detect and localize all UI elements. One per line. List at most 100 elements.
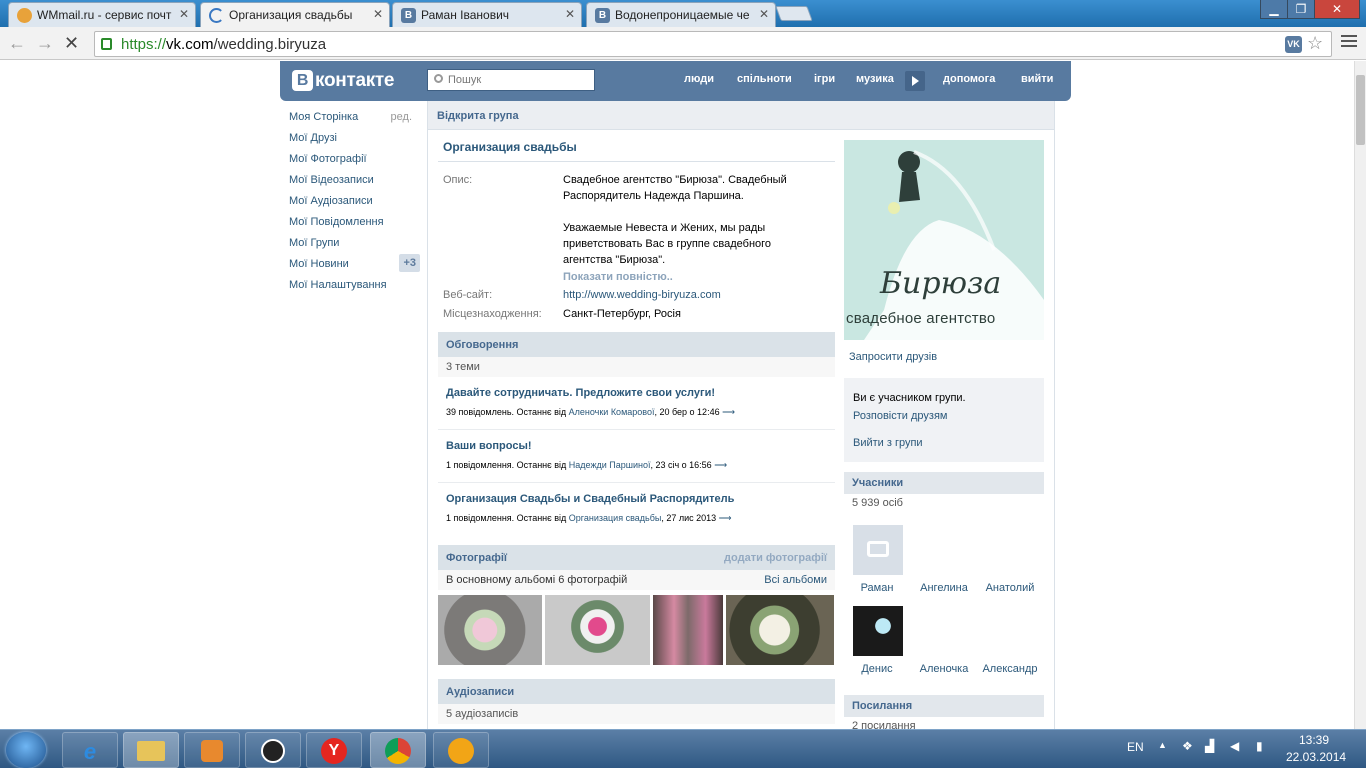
menu-my-messages[interactable]: Мої Повідомлення: [289, 215, 424, 236]
description-text: Свадебное агентство "Бирюза". Свадебный …: [563, 172, 813, 268]
close-icon[interactable]: ✕: [565, 7, 575, 21]
discussions-header[interactable]: Обговорення: [438, 332, 835, 357]
page-scrollbar[interactable]: [1354, 61, 1366, 729]
topic-row[interactable]: Ваши вопросы! 1 повідомлення. Останнє ві…: [438, 430, 835, 483]
tab-raman[interactable]: В Раман Іванович ✕: [392, 2, 582, 27]
chrome-icon[interactable]: [370, 732, 426, 768]
vk-icon: В: [401, 8, 416, 23]
nav-help[interactable]: допомога: [943, 73, 995, 85]
topic-row[interactable]: Организация Свадьбы и Свадебный Распоряд…: [438, 483, 835, 536]
members-header[interactable]: Учасники: [844, 472, 1044, 494]
topic-author[interactable]: Организация свадьбы: [569, 513, 662, 523]
topic-row[interactable]: Давайте сотрудничать. Предложите свои ус…: [438, 377, 835, 430]
photos-header[interactable]: Фотографії додати фотографії: [438, 545, 835, 570]
menu-my-settings[interactable]: Мої Налаштування: [289, 278, 424, 299]
topic-author[interactable]: Надежди Паршиної: [569, 460, 651, 470]
arrow-right-icon[interactable]: ⟶: [719, 513, 732, 523]
member-name[interactable]: Ангелина: [914, 582, 974, 594]
search-input[interactable]: Пошук: [427, 69, 595, 91]
menu-my-audio[interactable]: Мої Аудіозаписи: [289, 194, 424, 215]
tab-wedding[interactable]: Организация свадьбы ✕: [200, 2, 390, 27]
menu-my-page[interactable]: Моя Сторінка ред.: [289, 110, 424, 131]
play-icon[interactable]: [905, 71, 925, 91]
dropbox-icon[interactable]: ❖: [1182, 739, 1193, 753]
menu-label: Мої Фотографії: [289, 153, 367, 165]
url-bar[interactable]: https://vk.com/wedding.biryuza VK ☆: [94, 31, 1332, 57]
website-link[interactable]: http://www.wedding-biryuza.com: [563, 287, 813, 303]
photo-thumbnail[interactable]: [545, 595, 650, 665]
edit-link[interactable]: ред.: [391, 111, 412, 123]
stop-loading-icon[interactable]: ✕: [64, 33, 79, 53]
browser-tab-strip: WMmail.ru - сервис почт ✕ Организация св…: [0, 0, 1366, 27]
start-button[interactable]: [6, 732, 46, 768]
photo-thumbnail[interactable]: [726, 595, 834, 665]
arrow-right-icon[interactable]: ⟶: [714, 460, 727, 470]
app-shield-icon[interactable]: [245, 732, 301, 768]
bookmark-star-icon[interactable]: ☆: [1307, 33, 1323, 54]
invite-friends-link[interactable]: Запросити друзів: [849, 351, 937, 363]
topic-title[interactable]: Давайте сотрудничать. Предложите свои ус…: [446, 387, 715, 399]
audio-header[interactable]: Аудіозаписи: [438, 679, 835, 704]
volume-icon[interactable]: ◀: [1230, 739, 1239, 753]
member-avatar[interactable]: [853, 525, 903, 575]
nav-people[interactable]: люди: [684, 73, 714, 85]
scrollbar-thumb[interactable]: [1356, 75, 1365, 145]
forward-arrow-icon[interactable]: →: [36, 33, 54, 53]
nav-music[interactable]: музика: [856, 73, 894, 85]
vk-logo[interactable]: Вконтакте: [292, 70, 395, 92]
menu-label: Мої Аудіозаписи: [289, 195, 373, 207]
url-text[interactable]: https://vk.com/wedding.biryuza: [121, 36, 326, 53]
language-indicator[interactable]: EN: [1127, 740, 1144, 754]
nav-games[interactable]: ігри: [814, 73, 835, 85]
member-name[interactable]: Аленочка: [914, 663, 974, 675]
nav-logout[interactable]: вийти: [1021, 73, 1053, 85]
network-signal-icon[interactable]: ▟: [1205, 739, 1214, 753]
group-avatar[interactable]: Бирюза свадебное агентство: [844, 140, 1044, 340]
topic-title[interactable]: Ваши вопросы!: [446, 440, 532, 452]
tray-expand-icon[interactable]: ▲: [1158, 740, 1167, 750]
tab-wmmail[interactable]: WMmail.ru - сервис почт ✕: [8, 2, 196, 27]
menu-label: Мої Групи: [289, 237, 340, 249]
member-name[interactable]: Раман: [847, 582, 907, 594]
clock-date[interactable]: 22.03.2014: [1286, 750, 1346, 764]
show-more-link[interactable]: Показати повністю..: [563, 271, 673, 283]
links-header[interactable]: Посилання: [844, 695, 1044, 717]
tab-waterproof[interactable]: В Водонепроницаемые че ✕: [586, 2, 776, 27]
ie-icon[interactable]: e: [62, 732, 118, 768]
menu-my-friends[interactable]: Мої Друзі: [289, 131, 424, 152]
menu-my-photos[interactable]: Мої Фотографії: [289, 152, 424, 173]
topic-title[interactable]: Организация Свадьбы и Свадебный Распоряд…: [446, 493, 734, 505]
photo-thumbnail[interactable]: [653, 595, 723, 665]
vk-extension-icon[interactable]: VK: [1285, 36, 1302, 53]
member-name[interactable]: Анатолий: [980, 582, 1040, 594]
media-player-icon[interactable]: [184, 732, 240, 768]
close-window-button[interactable]: ✕: [1314, 0, 1360, 19]
add-photos-link[interactable]: додати фотографії: [724, 552, 827, 564]
back-arrow-icon[interactable]: ←: [8, 33, 26, 53]
browser-menu-icon[interactable]: [1341, 35, 1357, 51]
nav-communities[interactable]: спільноти: [737, 73, 792, 85]
arrow-right-icon[interactable]: ⟶: [722, 407, 735, 417]
leave-group-link[interactable]: Вийти з групи: [853, 437, 923, 449]
topic-author[interactable]: Аленочки Комарової: [569, 407, 655, 417]
menu-my-videos[interactable]: Мої Відеозаписи: [289, 173, 424, 194]
explorer-folder-icon[interactable]: [123, 732, 179, 768]
new-tab-button[interactable]: [775, 6, 813, 21]
photo-thumbnail[interactable]: [438, 595, 542, 665]
menu-my-news[interactable]: Мої Новини +3: [289, 254, 424, 278]
member-name[interactable]: Александр: [980, 663, 1040, 675]
aimp-icon[interactable]: [433, 732, 489, 768]
close-icon[interactable]: ✕: [179, 7, 189, 21]
tell-friends-link[interactable]: Розповісти друзям: [853, 410, 947, 422]
member-avatar[interactable]: [853, 606, 903, 656]
discussions-count: 3 теми: [438, 357, 835, 377]
minimize-button[interactable]: ▁: [1260, 0, 1288, 19]
yandex-browser-icon[interactable]: Y: [306, 732, 362, 768]
close-icon[interactable]: ✕: [759, 7, 769, 21]
member-name[interactable]: Денис: [847, 663, 907, 675]
maximize-button[interactable]: ❐: [1287, 0, 1315, 19]
battery-icon[interactable]: ▮: [1256, 739, 1263, 753]
close-icon[interactable]: ✕: [373, 7, 383, 21]
clock-time[interactable]: 13:39: [1299, 733, 1329, 747]
all-albums-link[interactable]: Всі альбоми: [764, 574, 827, 586]
